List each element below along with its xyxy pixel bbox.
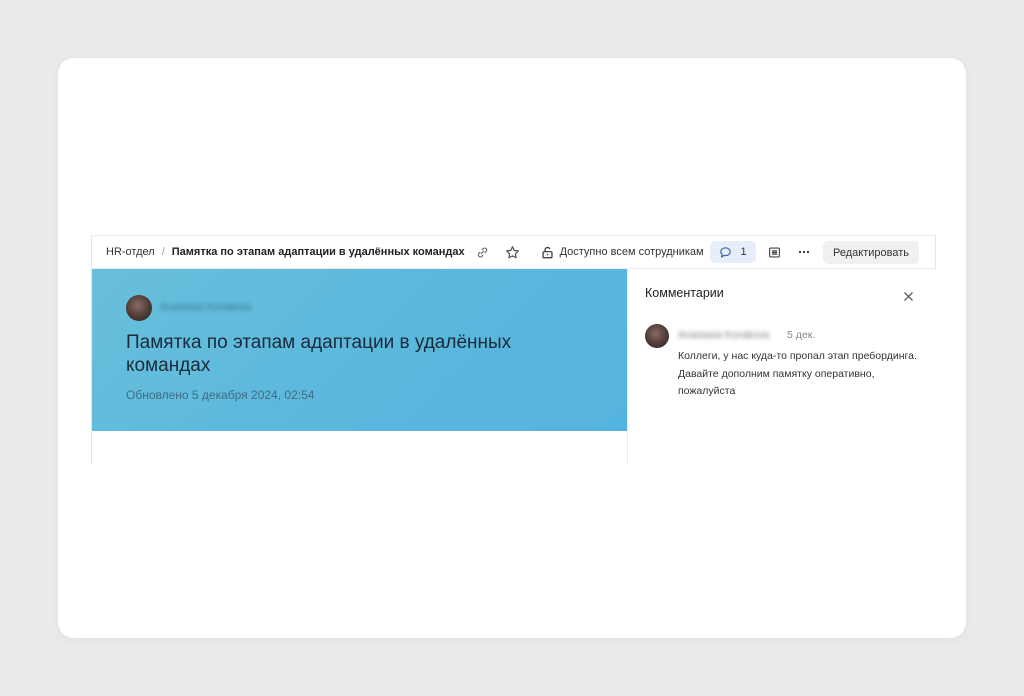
updated-timestamp: Обновлено 5 декабря 2024, 02:54 [126,388,315,402]
document-frame: HR-отдел / Памятка по этапам адаптации в… [91,235,936,464]
document-toolbar: HR-отдел / Памятка по этапам адаптации в… [92,236,935,269]
access-label: Доступно всем сотрудникам [559,246,704,258]
author-name[interactable]: Anastasia Konakova [160,302,251,313]
lock-open-icon [541,246,553,258]
screenshot-card: HR-отдел / Памятка по этапам адаптации в… [58,58,966,638]
comment-icon [720,246,732,258]
document-header: Anastasia Konakova Памятка по этапам ада… [92,269,627,431]
comments-count: 1 [740,246,747,258]
comment-text: Коллеги, у нас куда-то пропал этап пребо… [678,350,917,397]
breadcrumb-root[interactable]: HR-отдел [106,246,155,258]
document-title: Памятка по этапам адаптации в удалённых … [126,332,512,376]
comment-author-avatar[interactable] [645,324,669,348]
comment-author-name[interactable]: Anastasia Konakova [678,330,769,341]
comments-panel-title: Комментарии [645,286,724,300]
table-of-contents-icon[interactable] [764,242,784,262]
author-avatar[interactable] [126,295,152,321]
comment-date: 5 дек. [787,329,816,341]
breadcrumb-current: Памятка по этапам адаптации в удалённых … [171,246,465,258]
access-indicator[interactable]: Доступно всем сотрудникам [541,246,704,259]
edit-button[interactable]: Редактировать [823,241,919,264]
link-icon[interactable] [473,242,493,262]
more-icon[interactable] [794,242,814,262]
close-icon[interactable] [898,286,918,306]
star-icon[interactable] [503,242,523,262]
comments-button[interactable]: 1 [710,241,756,263]
comments-panel: Комментарии Anastasia Konakova 5 дек. Ко… [627,269,936,464]
breadcrumb-separator: / [161,246,165,258]
